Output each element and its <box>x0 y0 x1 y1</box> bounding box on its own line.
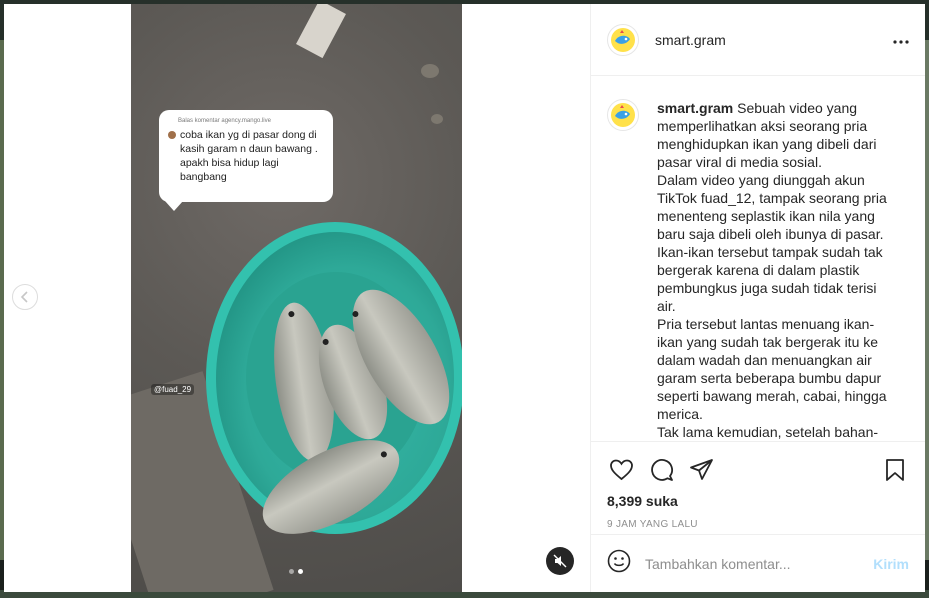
caption-author-avatar[interactable] <box>607 99 639 131</box>
paper-plane-icon <box>689 459 713 480</box>
post-video[interactable]: Balas komentar agency.mango.live coba ik… <box>131 4 462 592</box>
post-modal: Balas komentar agency.mango.live coba ik… <box>4 4 925 592</box>
share-button[interactable] <box>687 456 715 484</box>
post-header: smart.gram <box>591 4 925 76</box>
commenter-avatar <box>168 131 176 139</box>
post-caption: smart.gram Sebuah video yang memperlihat… <box>657 99 887 441</box>
heart-icon <box>609 459 633 481</box>
save-button[interactable] <box>881 456 909 484</box>
carousel-dot-active <box>298 569 303 574</box>
comment-reply-header: Balas komentar agency.mango.live <box>178 118 271 124</box>
comment-reply-bubble: Balas komentar agency.mango.live coba ik… <box>159 110 333 211</box>
more-options-button[interactable] <box>893 31 909 49</box>
video-watermark: @fuad_29 <box>151 384 195 395</box>
caption-paragraph: Ikan-ikan tersebut tampak sudah tak berg… <box>657 244 883 314</box>
caption-area[interactable]: smart.gram Sebuah video yang memperlihat… <box>591 77 925 441</box>
green-basin <box>206 222 462 554</box>
media-pane: Balas komentar agency.mango.live coba ik… <box>4 4 590 592</box>
carousel-dots <box>289 569 303 574</box>
video-chip <box>296 4 346 59</box>
caption-paragraph: Pria tersebut lantas menuang ikan-ikan y… <box>657 316 887 422</box>
mute-button[interactable] <box>546 547 574 575</box>
like-count[interactable]: 8,399 suka <box>607 493 909 509</box>
video-stone <box>421 64 439 78</box>
bookmark-icon <box>886 459 904 481</box>
previous-media-button[interactable] <box>12 284 38 310</box>
like-button[interactable] <box>607 456 635 484</box>
add-comment-bar: Kirim <box>591 534 925 592</box>
speaker-muted-icon <box>553 554 567 568</box>
post-comment-button[interactable]: Kirim <box>873 556 909 572</box>
comment-button[interactable] <box>647 456 675 484</box>
carousel-dot <box>289 569 294 574</box>
more-horizontal-icon <box>893 39 909 44</box>
smiley-face-icon <box>607 549 631 573</box>
video-stone <box>431 114 443 124</box>
caption-username[interactable]: smart.gram <box>657 100 733 116</box>
emoji-button[interactable] <box>607 549 631 578</box>
caption-paragraph: Dalam video yang diunggah akun TikTok fu… <box>657 172 887 242</box>
chevron-left-icon <box>20 291 28 303</box>
post-timestamp[interactable]: 9 JAM YANG LALU <box>607 519 909 530</box>
post-actions: 8,399 suka 9 JAM YANG LALU <box>591 441 925 530</box>
comment-bubble-icon <box>650 459 673 481</box>
fish-logo-icon <box>611 27 635 52</box>
post-side-panel: smart.gram smart.gram Sebuah video yang … <box>590 4 925 592</box>
author-avatar[interactable] <box>607 23 639 56</box>
author-username[interactable]: smart.gram <box>655 32 726 48</box>
fish-logo-icon <box>611 103 635 127</box>
comment-input[interactable] <box>645 555 874 572</box>
comment-reply-text: coba ikan yg di pasar dong di kasih gara… <box>180 129 318 183</box>
caption-paragraph: Tak lama kemudian, setelah bahan- <box>657 424 879 440</box>
